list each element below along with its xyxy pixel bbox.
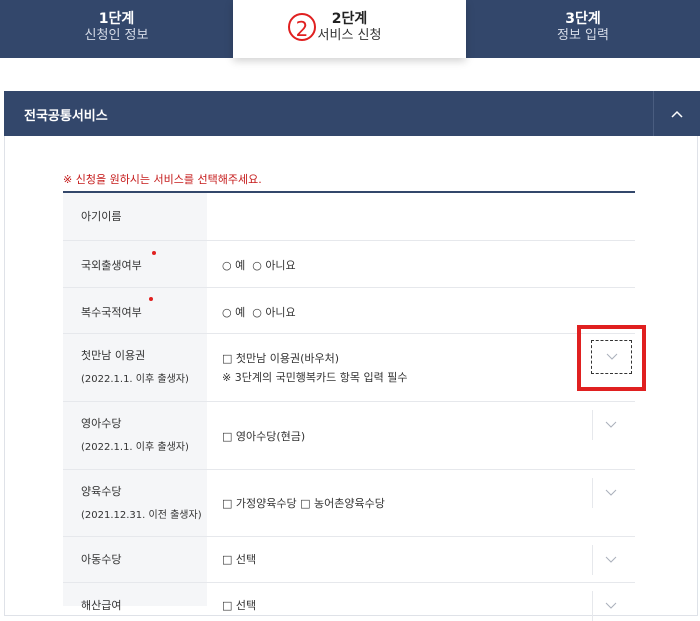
dual-nationality-options: ○ 예 ○ 아니요 [222,304,296,322]
row-childcare-allowance: 양육수당 (2021.12.31. 이전 출생자) □ 가정양육수당 □ 농어촌… [63,470,635,537]
childcare-allowance-label: 양육수당 [81,485,122,498]
row-child-allowance: 아동수당 □ 선택 [63,537,635,583]
step-1[interactable]: 1단계 신청인 정보 [0,0,233,58]
infant-allowance-sublabel: (2022.1.1. 이후 출생자) [81,442,189,453]
section-title: 전국공통서비스 [24,109,108,124]
childcare-allowance-checkbox[interactable]: □ 가정양육수당 □ 농어촌양육수당 [222,495,385,513]
section-header[interactable]: 전국공통서비스 [4,91,700,136]
row-infant-allowance: 영아수당 (2022.1.1. 이후 출생자) □ 영아수당(현금) [63,402,635,470]
childbirth-benefit-label: 해산급여 [81,599,122,612]
row-dual-nationality: 복수국적여부 ○ 예 ○ 아니요 [63,288,635,334]
step-2-marker: 2 [288,13,316,41]
collapse-toggle[interactable] [653,91,700,136]
chevron-down-icon [605,489,617,496]
childcare-allowance-sublabel: (2021.12.31. 이전 출생자) [81,510,202,521]
step-2-subtitle: 서비스 신청 [317,28,382,43]
infant-allowance-checkbox[interactable]: □ 영아수당(현금) [222,428,305,446]
row-overseas-birth: 국외출생여부 ○ 예 ○ 아니요 [63,241,635,288]
step-2-title: 2단계 [331,11,368,27]
expand-toggle[interactable] [592,410,629,440]
radio-yes[interactable]: ○ 예 [222,259,245,272]
required-marker [149,297,153,301]
row-childbirth-benefit: 해산급여 □ 선택 [63,583,635,621]
overseas-birth-options: ○ 예 ○ 아니요 [222,257,296,275]
chevron-up-icon [671,110,683,118]
dual-nationality-label: 복수국적여부 [81,306,142,319]
first-meeting-warning: ※ 3단계의 국민행복카드 항목 입력 필수 [222,371,408,384]
chevron-down-icon [605,556,617,563]
chevron-down-icon [606,353,617,360]
notice-text: ※ 신청을 원하시는 서비스를 선택해주세요. [63,173,262,186]
expand-toggle[interactable] [592,591,629,621]
child-allowance-label: 아동수당 [81,553,122,566]
baby-name-label: 아기이름 [81,210,122,223]
first-meeting-label: 첫만남 이용권 [81,349,146,362]
row-baby-name: 아기이름 [63,193,635,241]
radio-no[interactable]: ○ 아니요 [252,306,295,319]
first-meeting-sublabel: (2022.1.1. 이후 출생자) [81,374,189,385]
chevron-down-icon [605,421,617,428]
infant-allowance-label: 영아수당 [81,417,122,430]
radio-no[interactable]: ○ 아니요 [252,259,295,272]
step-2[interactable]: 2 2단계 서비스 신청 [233,0,466,58]
radio-yes[interactable]: ○ 예 [222,306,245,319]
chevron-down-icon [605,602,617,609]
overseas-birth-label: 국외출생여부 [81,259,142,272]
step-1-subtitle: 신청인 정보 [84,28,149,43]
expand-toggle-focused[interactable] [591,340,632,374]
childbirth-benefit-checkbox[interactable]: □ 선택 [222,597,256,615]
step-3[interactable]: 3단계 정보 입력 [466,0,700,58]
step-3-subtitle: 정보 입력 [557,28,609,43]
first-meeting-checkbox[interactable]: □ 첫만남 이용권(바우처) [222,350,339,368]
step-1-title: 1단계 [98,11,135,27]
row-first-meeting-voucher: 첫만남 이용권 (2022.1.1. 이후 출생자) □ 첫만남 이용권(바우처… [63,334,635,402]
step-bar: 1단계 신청인 정보 2 2단계 서비스 신청 3단계 정보 입력 [0,0,700,58]
required-marker [152,251,156,255]
child-allowance-checkbox[interactable]: □ 선택 [222,551,256,569]
step-3-title: 3단계 [565,11,601,27]
expand-toggle[interactable] [592,478,629,508]
expand-toggle[interactable] [592,545,629,575]
